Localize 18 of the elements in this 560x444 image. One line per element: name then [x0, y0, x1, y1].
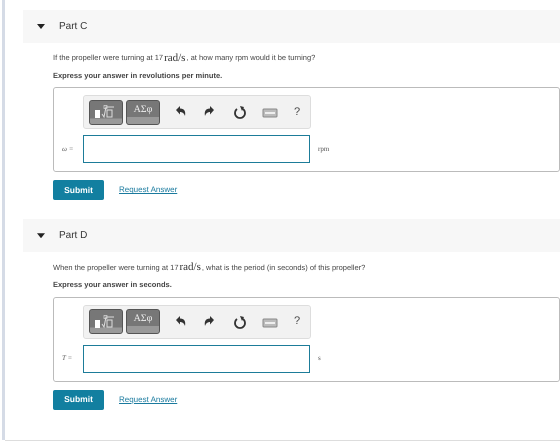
- answer-input[interactable]: [83, 135, 310, 164]
- caret-icon: [37, 24, 45, 29]
- answer-input[interactable]: [83, 344, 310, 372]
- reset-icon[interactable]: [232, 314, 248, 328]
- submit-button[interactable]: Submit: [53, 390, 104, 410]
- symbols-button[interactable]: ΑΣφ: [126, 100, 160, 125]
- caret-icon: [37, 233, 45, 238]
- help-button[interactable]: ?: [292, 313, 302, 330]
- reset-icon[interactable]: [232, 105, 248, 120]
- submit-button[interactable]: Submit: [53, 180, 104, 200]
- part-header[interactable]: Part D: [23, 219, 560, 252]
- templates-button[interactable]: [89, 100, 123, 125]
- templates-button[interactable]: [89, 309, 123, 334]
- request-answer-link[interactable]: Request Answer: [119, 184, 178, 196]
- part-header[interactable]: Part C: [23, 10, 560, 43]
- help-button[interactable]: ?: [292, 104, 302, 120]
- symbols-button[interactable]: ΑΣφ: [126, 309, 160, 334]
- request-answer-link[interactable]: Request Answer: [119, 394, 178, 406]
